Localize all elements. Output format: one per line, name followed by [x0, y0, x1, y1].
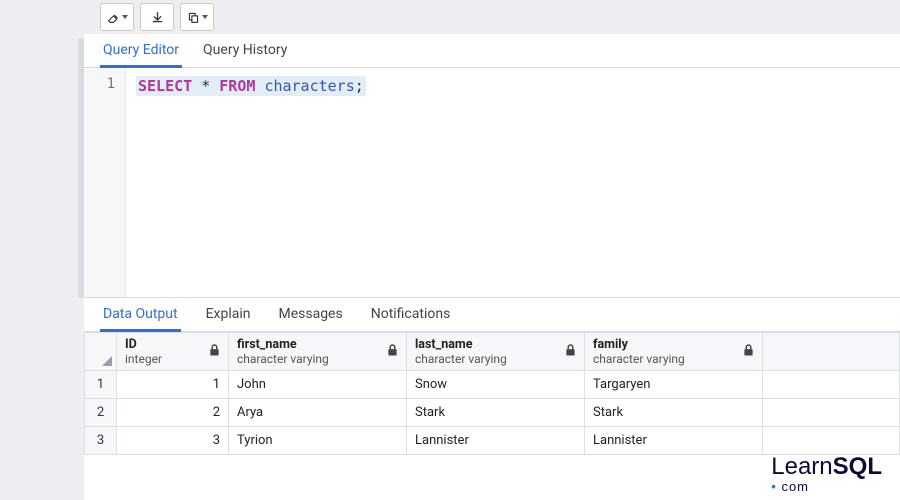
- divider: [84, 297, 900, 298]
- sql-keyword: SELECT: [138, 77, 192, 95]
- column-type: integer: [125, 352, 220, 366]
- cell-id[interactable]: 3: [117, 427, 229, 455]
- cell-last-name[interactable]: Snow: [407, 371, 585, 399]
- result-tabs: Data Output Explain Messages Notificatio…: [84, 298, 900, 332]
- column-header-family[interactable]: family character varying: [585, 333, 763, 371]
- column-name: first_name: [237, 337, 398, 352]
- watermark: LearnSQL • com: [771, 453, 882, 494]
- eraser-icon: [107, 11, 120, 24]
- column-header-last-name[interactable]: last_name character varying: [407, 333, 585, 371]
- chevron-down-icon: [202, 15, 208, 19]
- row-number: 1: [85, 371, 117, 399]
- column-name: ID: [125, 337, 220, 352]
- cell-first-name[interactable]: Tyrion: [229, 427, 407, 455]
- tab-explain[interactable]: Explain: [203, 299, 254, 331]
- result-table: ID integer first_name character varying …: [84, 332, 900, 455]
- main-panel: Query Editor Query History 1 SELECT * FR…: [84, 0, 900, 500]
- query-tabs: Query Editor Query History: [84, 34, 900, 68]
- cell-family[interactable]: Targaryen: [585, 371, 763, 399]
- tab-query-history[interactable]: Query History: [200, 35, 290, 67]
- cell-id[interactable]: 2: [117, 399, 229, 427]
- copy-button[interactable]: [180, 3, 214, 31]
- column-type: character varying: [415, 352, 576, 366]
- watermark-sub: • com: [771, 479, 882, 494]
- tab-query-editor[interactable]: Query Editor: [100, 35, 182, 67]
- sql-identifier: characters: [264, 77, 354, 95]
- row-number-header[interactable]: [85, 333, 117, 371]
- app-root: Query Editor Query History 1 SELECT * FR…: [0, 0, 900, 500]
- row-number: 2: [85, 399, 117, 427]
- toolbar: [84, 0, 900, 34]
- lock-icon: [743, 343, 754, 360]
- cell-family[interactable]: Lannister: [585, 427, 763, 455]
- sql-line: SELECT * FROM characters;: [136, 76, 366, 96]
- tab-notifications[interactable]: Notifications: [368, 299, 454, 331]
- sql-star: *: [201, 77, 210, 95]
- watermark-brand: LearnSQL: [771, 453, 882, 481]
- cell-empty: [763, 371, 900, 399]
- left-gutter: [0, 0, 84, 500]
- code-editor[interactable]: 1 SELECT * FROM characters;: [84, 68, 900, 298]
- table-row[interactable]: 1 1 John Snow Targaryen: [85, 371, 900, 399]
- cell-id[interactable]: 1: [117, 371, 229, 399]
- tab-messages[interactable]: Messages: [275, 299, 345, 331]
- result-rows: 1 1 John Snow Targaryen 2 2 Arya Stark S…: [85, 371, 900, 455]
- lock-icon: [209, 343, 220, 360]
- sql-punct: ;: [355, 77, 364, 95]
- column-header-id[interactable]: ID integer: [117, 333, 229, 371]
- column-header-empty: [763, 333, 900, 371]
- column-header-first-name[interactable]: first_name character varying: [229, 333, 407, 371]
- column-name: last_name: [415, 337, 576, 352]
- column-type: character varying: [593, 352, 754, 366]
- tab-data-output[interactable]: Data Output: [100, 299, 181, 331]
- cell-first-name[interactable]: Arya: [229, 399, 407, 427]
- column-type: character varying: [237, 352, 398, 366]
- chevron-down-icon: [122, 15, 128, 19]
- download-icon: [151, 11, 164, 24]
- download-button[interactable]: [140, 3, 174, 31]
- cell-last-name[interactable]: Stark: [407, 399, 585, 427]
- table-row[interactable]: 2 2 Arya Stark Stark: [85, 399, 900, 427]
- line-number: 1: [84, 76, 125, 96]
- triangle-icon: [102, 356, 112, 366]
- sql-keyword: FROM: [219, 77, 255, 95]
- result-grid: ID integer first_name character varying …: [84, 332, 900, 455]
- table-row[interactable]: 3 3 Tyrion Lannister Lannister: [85, 427, 900, 455]
- cell-family[interactable]: Stark: [585, 399, 763, 427]
- column-name: family: [593, 337, 754, 352]
- row-number: 3: [85, 427, 117, 455]
- eraser-button[interactable]: [100, 3, 134, 31]
- code-area[interactable]: SELECT * FROM characters;: [126, 68, 900, 298]
- cell-first-name[interactable]: John: [229, 371, 407, 399]
- lock-icon: [565, 343, 576, 360]
- copy-icon: [187, 11, 200, 24]
- cell-last-name[interactable]: Lannister: [407, 427, 585, 455]
- line-gutter: 1: [84, 68, 126, 298]
- cell-empty: [763, 399, 900, 427]
- cell-empty: [763, 427, 900, 455]
- lock-icon: [387, 343, 398, 360]
